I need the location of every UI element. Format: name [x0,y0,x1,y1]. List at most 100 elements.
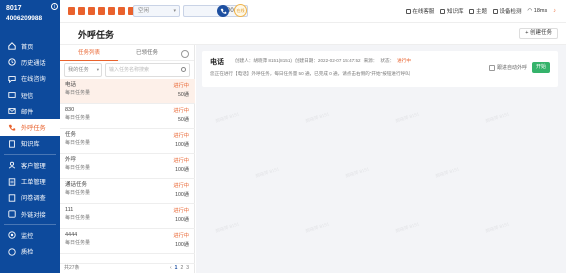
task-quota: 100通 [175,242,189,248]
auto-dial-checkbox[interactable]: 跟进自动外呼 [489,64,527,71]
device-check-button[interactable]: 设备检测 [492,7,522,15]
list-item[interactable]: 电话 进行中 每日任务量 50通 [60,79,195,104]
sidebar-item-label: 工单管理 [21,179,46,187]
qc-icon [8,248,16,256]
consult-icon[interactable] [118,7,125,15]
online-service-menu[interactable]: 在线客服 [405,7,434,15]
transfer-icon[interactable] [108,7,115,15]
page-button[interactable]: 2 [180,264,183,273]
sidebar-item-link[interactable]: 外链对接 [0,206,60,222]
search-icon[interactable] [181,67,186,72]
sidebar-item-sms[interactable]: 短信 [0,87,60,103]
task-creator: 创建人：胡晓萍 8151(8151) [235,58,292,63]
agent-status-avatar[interactable]: 在线 [234,4,247,17]
sidebar-item-label: 客户管理 [21,162,46,170]
history-icon [8,58,16,67]
sidebar-item-knowledge[interactable]: 知识库 [0,136,60,152]
theme-button[interactable]: 主题 [469,7,487,15]
task-list-panel: 任务列表 已领任务 我的任务 ▾ 输入任务名称搜索 电话 进行中 每日任务量 50… [60,45,195,273]
task-quota-label: 每日任务量 [65,165,91,171]
sidebar-item-label: 外呼任务 [21,125,46,133]
task-status: 进行中 [173,183,189,189]
queue-icon[interactable] [68,7,75,15]
task-name: 111 [65,207,74,213]
customer-icon [8,161,16,169]
sidebar-item-history[interactable]: 历史通话 [0,54,60,70]
device-check-label: 设备检测 [499,9,522,15]
link-icon [8,210,16,218]
theme-icon [469,8,475,14]
task-source: 来源： [363,58,378,63]
chat-icon [8,75,16,83]
task-status: 进行中 [173,83,189,89]
volume-icon[interactable] [78,7,85,15]
list-item[interactable]: 通话任务 进行中 每日任务量 100通 [60,179,195,204]
start-button[interactable]: 开始 [532,62,550,73]
tab-claimed-tasks[interactable]: 已领任务 [118,45,176,61]
list-item[interactable]: 任务 进行中 每日任务量 100通 [60,129,195,154]
sidebar-item-customer[interactable]: 客户管理 [0,157,60,173]
prev-page-button[interactable]: ‹ [170,264,172,273]
auto-dial-label: 跟进自动外呼 [497,65,528,71]
status-select-value: 空闲 [138,8,150,14]
device-icon [492,8,498,14]
ticket-icon [8,177,16,186]
sidebar-item-mail[interactable]: 邮件 [0,103,60,119]
bell-icon[interactable]: ♪ [553,8,556,14]
page-button[interactable]: 3 [186,264,189,273]
create-task-button[interactable]: + 创建任务 [519,28,558,39]
task-quota: 50通 [178,92,189,98]
task-created-date: 创建日期：2022-02-07 15:47:52 [294,58,361,63]
knowledge-button[interactable]: 知识库 [440,7,463,15]
info-icon[interactable]: i [51,3,58,10]
sidebar-item-home[interactable]: 首页 [0,38,60,54]
refresh-icon [181,49,189,58]
task-quota-label: 每日任务量 [65,190,91,196]
checkbox-box[interactable] [489,64,495,71]
sidebar-item-qc[interactable]: 质检 [0,244,60,260]
pagination-pages: ‹ 1 2 3 [170,264,189,273]
list-item[interactable]: 4444 进行中 每日任务量 100通 [60,229,195,254]
wifi-icon: ◠ [527,8,533,14]
sidebar-item-label: 首页 [21,43,34,51]
task-quota: 50通 [178,117,189,123]
list-item[interactable]: 830 进行中 每日任务量 50通 [60,104,195,129]
nav-divider [4,154,56,156]
sidebar-item-label: 质检 [21,249,34,257]
hold-icon[interactable] [98,7,105,15]
sidebar-item-outbound[interactable]: 外呼任务 [0,119,60,136]
chevron-down-icon: ▾ [173,8,176,14]
task-search-input[interactable]: 输入任务名称搜索 [105,63,190,77]
sidebar-item-chat[interactable]: 在线咨询 [0,71,60,87]
task-quota-label: 每日任务量 [65,215,91,221]
sidebar-nav: 首页 历史通话 在线咨询 短信 邮件 外呼任务 知识库 客户管理 工单管理 问卷… [0,38,60,260]
refresh-button[interactable] [176,46,194,60]
tab-task-list[interactable]: 任务列表 [60,45,118,61]
pagination: 共27条 ‹ 1 2 3 [60,263,195,273]
sidebar: 8017 4006209988 i 首页 历史通话 在线咨询 短信 邮件 外呼任… [0,0,60,273]
sidebar-item-monitor[interactable]: 监控 [0,227,60,243]
sidebar-item-label: 监控 [21,232,34,240]
task-quota: 100通 [175,142,189,148]
sidebar-item-survey[interactable]: 问卷调查 [0,190,60,206]
page-button[interactable]: 1 [175,264,178,273]
task-name: 外呼 [65,157,77,163]
mic-icon[interactable] [88,7,95,15]
task-status: 进行中 [173,233,189,239]
sidebar-item-ticket[interactable]: 工单管理 [0,173,60,189]
page-header: 外呼任务 + 创建任务 [60,23,566,45]
topbar-right: 在线客服 知识库 主题 设备检测 ◠ 18ms ♪ [405,7,556,15]
call-button[interactable] [217,5,229,17]
top-bar: 空闲 ▾ 00:00:41 在线 在线客服 知识库 主题 设备检测 ◠ 18ms ♪ [60,0,566,23]
list-item[interactable]: 外呼 进行中 每日任务量 100通 [60,154,195,179]
agent-status-label: 在线 [236,8,245,13]
status-select[interactable]: 空闲 ▾ [133,5,180,17]
page-title: 外呼任务 [78,30,115,40]
task-quota: 100通 [175,192,189,198]
list-item[interactable]: 111 进行中 每日任务量 100通 [60,204,195,229]
home-icon [8,42,16,50]
sidebar-item-label: 问卷调查 [21,195,46,203]
sidebar-item-label: 在线咨询 [21,76,46,84]
agent-phone: 4006209988 [6,15,43,22]
task-scope-select[interactable]: 我的任务 ▾ [64,63,102,77]
